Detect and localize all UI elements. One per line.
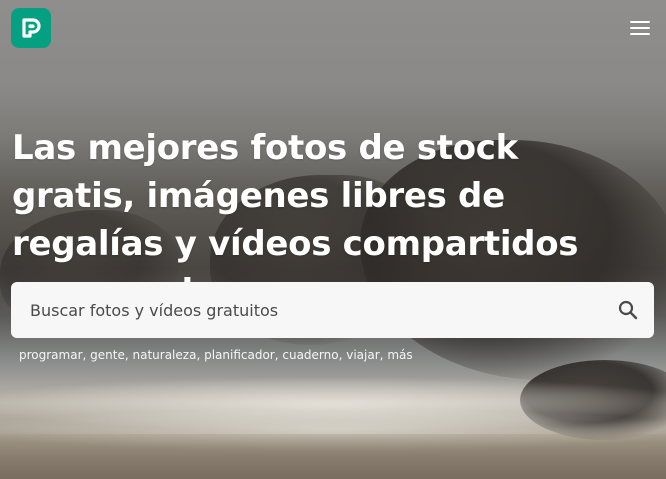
suggestion-separator: , — [124, 348, 133, 362]
suggestion-separator: , — [82, 348, 91, 362]
suggestion-link[interactable]: naturaleza — [133, 348, 197, 362]
hamburger-menu-icon[interactable] — [630, 18, 652, 38]
pexels-logo-glyph — [22, 18, 41, 38]
search-bar[interactable] — [11, 282, 654, 338]
menu-line — [630, 21, 650, 23]
search-input[interactable] — [28, 289, 616, 331]
background-sand — [0, 434, 666, 479]
menu-line — [630, 33, 650, 35]
suggestion-link[interactable]: planificador — [204, 348, 275, 362]
suggestion-separator: , — [196, 348, 205, 362]
suggestion-link[interactable]: cuaderno — [282, 348, 338, 362]
suggestion-link[interactable]: programar — [19, 348, 83, 362]
menu-line — [630, 27, 650, 29]
pexels-logo-icon[interactable] — [11, 8, 51, 48]
search-suggestions: programar, gente, naturaleza, planificad… — [19, 348, 413, 362]
suggestion-more-link[interactable]: más — [387, 348, 412, 362]
search-icon[interactable] — [616, 298, 640, 322]
suggestion-link[interactable]: viajar — [346, 348, 379, 362]
hero-section: Las mejores fotos de stock gratis, imáge… — [0, 0, 666, 479]
suggestion-link[interactable]: gente — [90, 348, 125, 362]
magnifier-glyph — [618, 300, 638, 320]
